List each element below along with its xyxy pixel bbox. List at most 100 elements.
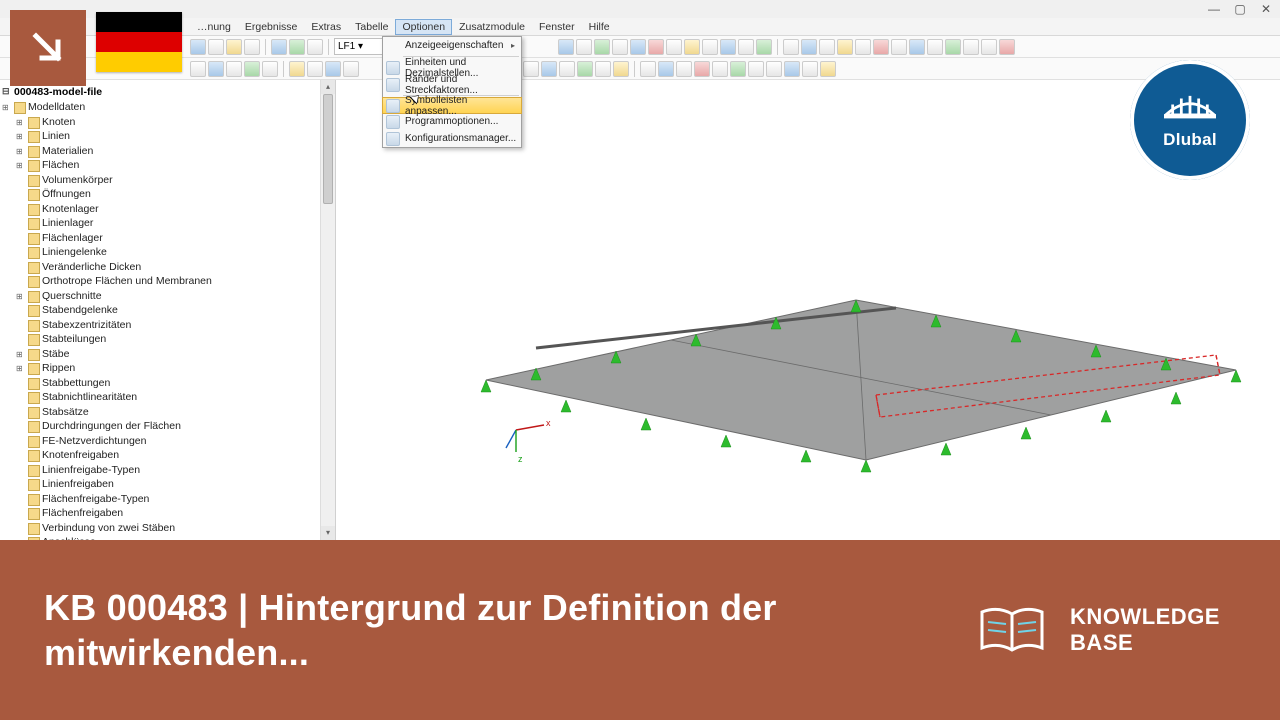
toolbar-icon[interactable] [909, 39, 925, 55]
tree-item[interactable]: Orthotrope Flächen und Membranen [0, 274, 335, 289]
tree-item[interactable]: Volumenkörper [0, 173, 335, 188]
toolbar-icon[interactable] [819, 39, 835, 55]
dropdown-item[interactable]: Konfigurationsmanager... [383, 130, 521, 147]
toolbar-icon[interactable] [594, 39, 610, 55]
tree-item[interactable]: Flächenlager [0, 231, 335, 246]
toolbar-icon[interactable] [676, 61, 692, 77]
toolbar-icon[interactable] [820, 61, 836, 77]
tree-item[interactable]: Veränderliche Dicken [0, 260, 335, 275]
dropdown-item[interactable]: Anzeigeeigenschaften [383, 37, 521, 54]
minimize-button[interactable]: — [1206, 2, 1222, 16]
toolbar-icon[interactable] [244, 61, 260, 77]
tree-item[interactable]: FE-Netzverdichtungen [0, 434, 335, 449]
toolbar-icon[interactable] [576, 39, 592, 55]
toolbar-icon[interactable] [612, 39, 628, 55]
toolbar-icon[interactable] [262, 61, 278, 77]
toolbar-icon[interactable] [730, 61, 746, 77]
tree-group[interactable]: Modelldaten [0, 100, 335, 115]
toolbar-icon[interactable] [801, 39, 817, 55]
toolbar-icon[interactable] [613, 61, 629, 77]
tree-item[interactable]: Öffnungen [0, 187, 335, 202]
tree-item[interactable]: Flächenfreigabe-Typen [0, 492, 335, 507]
toolbar-icon[interactable] [640, 61, 656, 77]
toolbar-icon[interactable] [226, 61, 242, 77]
toolbar-icon[interactable] [694, 61, 710, 77]
toolbar-icon[interactable] [783, 39, 799, 55]
toolbar-icon[interactable] [927, 39, 943, 55]
toolbar-icon[interactable] [190, 39, 206, 55]
toolbar-icon[interactable] [648, 39, 664, 55]
tree-item[interactable]: Stabexzentrizitäten [0, 318, 335, 333]
toolbar-icon[interactable] [748, 61, 764, 77]
toolbar-icon[interactable] [307, 61, 323, 77]
toolbar-icon[interactable] [666, 39, 682, 55]
menu-item[interactable]: …nung [190, 19, 238, 35]
toolbar-icon[interactable] [981, 39, 997, 55]
tree-item[interactable]: Materialien [0, 144, 335, 159]
toolbar-icon[interactable] [702, 39, 718, 55]
toolbar-icon[interactable] [595, 61, 611, 77]
toolbar-icon[interactable] [244, 39, 260, 55]
tree-item[interactable]: Verbindung von zwei Stäben [0, 521, 335, 536]
tree-item[interactable]: Linienfreigabe-Typen [0, 463, 335, 478]
toolbar-icon[interactable] [963, 39, 979, 55]
menu-item-optionen[interactable]: Optionen [395, 19, 452, 35]
scrollbar-vertical[interactable]: ▴ ▾ [320, 80, 335, 540]
toolbar-icon[interactable] [190, 61, 206, 77]
tree-item[interactable]: Linien [0, 129, 335, 144]
toolbar-icon[interactable] [720, 39, 736, 55]
toolbar-icon[interactable] [271, 39, 287, 55]
tree-item[interactable]: Stabbettungen [0, 376, 335, 391]
toolbar-icon[interactable] [873, 39, 889, 55]
tree-item[interactable]: Stabsätze [0, 405, 335, 420]
toolbar-icon[interactable] [289, 61, 305, 77]
toolbar-icon[interactable] [766, 61, 782, 77]
scroll-up-icon[interactable]: ▴ [321, 80, 335, 94]
tree-item[interactable]: Stabendgelenke [0, 303, 335, 318]
toolbar-icon[interactable] [784, 61, 800, 77]
toolbar-icon[interactable] [756, 39, 772, 55]
tree-item[interactable]: Flächen [0, 158, 335, 173]
tree-item[interactable]: Durchdringungen der Flächen [0, 419, 335, 434]
menu-item[interactable]: Tabelle [348, 19, 395, 35]
toolbar-icon[interactable] [712, 61, 728, 77]
menu-item[interactable]: Extras [304, 19, 348, 35]
toolbar-icon[interactable] [837, 39, 853, 55]
scroll-thumb[interactable] [323, 94, 333, 204]
toolbar-icon[interactable] [558, 39, 574, 55]
toolbar-icon[interactable] [999, 39, 1015, 55]
toolbar-icon[interactable] [226, 39, 242, 55]
tree-item[interactable]: Stäbe [0, 347, 335, 362]
menu-item[interactable]: Ergebnisse [238, 19, 305, 35]
toolbar-icon[interactable] [738, 39, 754, 55]
dropdown-item[interactable]: Ränder und Streckfaktoren... [383, 76, 521, 93]
tree-item[interactable]: Knotenfreigaben [0, 448, 335, 463]
toolbar-icon[interactable] [307, 39, 323, 55]
toolbar-icon[interactable] [325, 61, 341, 77]
toolbar-icon[interactable] [577, 61, 593, 77]
maximize-button[interactable]: ▢ [1232, 2, 1248, 16]
toolbar-icon[interactable] [802, 61, 818, 77]
tree-item[interactable]: Knoten [0, 115, 335, 130]
scroll-down-icon[interactable]: ▾ [321, 526, 335, 540]
tree-item[interactable]: Knotenlager [0, 202, 335, 217]
dropdown-item-highlighted[interactable]: Symbolleisten anpassen... [382, 97, 522, 114]
tree-item[interactable]: Querschnitte [0, 289, 335, 304]
tree-item[interactable]: Linienlager [0, 216, 335, 231]
toolbar-icon[interactable] [208, 39, 224, 55]
menu-item[interactable]: Fenster [532, 19, 582, 35]
tree-item[interactable]: Rippen [0, 361, 335, 376]
toolbar-icon[interactable] [891, 39, 907, 55]
dropdown-item[interactable]: Programmoptionen... [383, 113, 521, 130]
toolbar-icon[interactable] [945, 39, 961, 55]
menu-item[interactable]: Hilfe [582, 19, 617, 35]
toolbar-icon[interactable] [658, 61, 674, 77]
toolbar-icon[interactable] [343, 61, 359, 77]
toolbar-icon[interactable] [208, 61, 224, 77]
tree-item[interactable]: Stabnichtlinearitäten [0, 390, 335, 405]
tree-item[interactable]: Linienfreigaben [0, 477, 335, 492]
toolbar-icon[interactable] [855, 39, 871, 55]
toolbar-icon[interactable] [630, 39, 646, 55]
tree-root[interactable]: 000483-model-file [0, 84, 335, 100]
tree-item[interactable]: Liniengelenke [0, 245, 335, 260]
